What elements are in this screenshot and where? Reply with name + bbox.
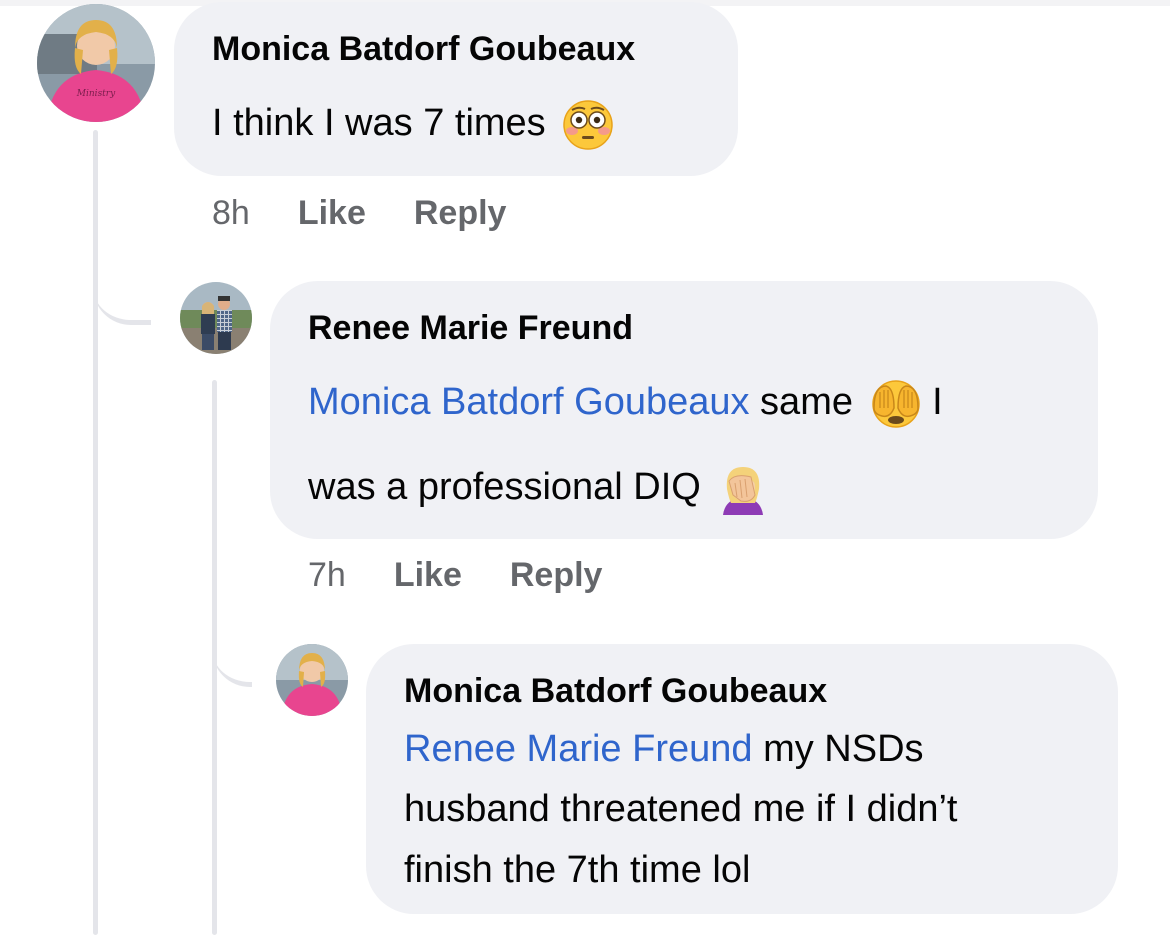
comment-thread: Ministry Monica Batdorf Goubeaux I think… — [0, 0, 1170, 935]
comment-body: my NSDs — [752, 728, 924, 770]
avatar[interactable] — [276, 644, 348, 716]
comment-text-line: Monica Batdorf Goubeaux same I — [308, 378, 943, 430]
like-button[interactable]: Like — [394, 556, 462, 594]
see-no-evil-monkey-icon — [870, 378, 922, 430]
thread-branch-2 — [212, 610, 252, 687]
comment-author[interactable]: Monica Batdorf Goubeaux — [404, 672, 827, 711]
comment-text-line: was a professional DIQ — [308, 463, 769, 515]
comment-meta: 7h Like Reply — [308, 556, 602, 595]
comment-author[interactable]: Monica Batdorf Goubeaux — [212, 30, 635, 69]
like-button[interactable]: Like — [298, 194, 366, 232]
comment-body: husband threatened me if I didn’t — [404, 788, 958, 830]
comment-body: was a professional DIQ — [308, 466, 701, 509]
comment-time[interactable]: 8h — [212, 194, 250, 232]
woman-facepalming-icon — [717, 463, 769, 515]
comment-time[interactable]: 7h — [308, 556, 346, 594]
comment-text-line: finish the 7th time lol — [404, 849, 750, 892]
mention-link[interactable]: Monica Batdorf Goubeaux — [308, 381, 750, 423]
comment-body: I think I was 7 times — [212, 102, 546, 145]
comment-body: same — [749, 381, 853, 424]
comment-text-line: husband threatened me if I didn’t — [404, 788, 958, 831]
avatar[interactable]: Ministry — [37, 4, 155, 122]
comment-body: finish the 7th time lol — [404, 849, 751, 891]
thread-branch-1 — [93, 240, 151, 325]
comment-body-tail: I — [921, 381, 943, 424]
comment-author[interactable]: Renee Marie Freund — [308, 309, 633, 348]
comment-meta: 8h Like Reply — [212, 194, 506, 233]
mention-link[interactable]: Renee Marie Freund — [404, 728, 753, 770]
comment-text-line: Renee Marie Freund my NSDs — [404, 728, 924, 771]
reply-button[interactable]: Reply — [510, 556, 603, 594]
flushed-face-icon — [562, 99, 614, 151]
comment-text: I think I was 7 times — [212, 99, 614, 151]
reply-button[interactable]: Reply — [414, 194, 507, 232]
avatar[interactable] — [180, 282, 252, 354]
svg-text:Ministry: Ministry — [76, 89, 116, 99]
